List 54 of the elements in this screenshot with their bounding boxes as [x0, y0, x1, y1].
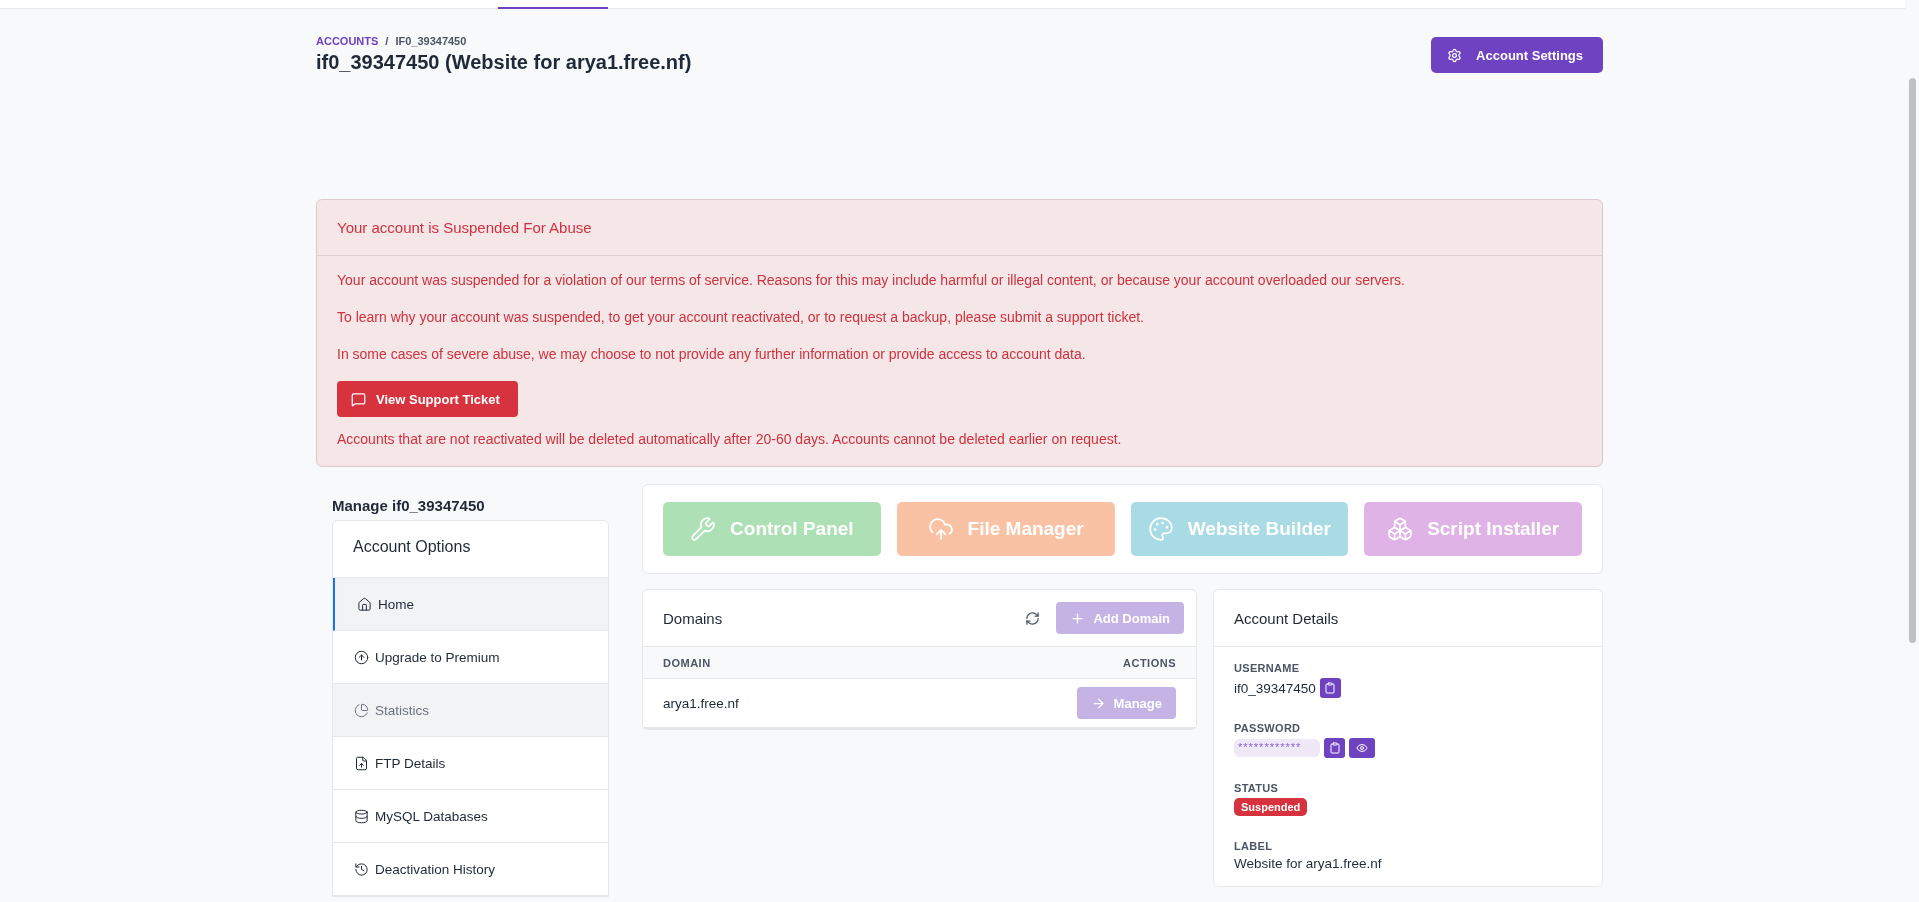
column-header: DOMAIN	[663, 656, 711, 669]
page-title: if0_39347450 (Website for arya1.free.nf)	[316, 51, 692, 74]
manage-title: Manage if0_39347450	[331, 496, 486, 516]
breadcrumb-separator: /	[385, 35, 389, 47]
sidebar-item-label: FTP Details	[375, 755, 446, 771]
wrench-icon	[690, 516, 717, 542]
account-settings-button[interactable]: Account Settings	[1431, 37, 1603, 73]
sidebar-item-label: Home	[378, 596, 414, 612]
alert-title: Your account is Suspended For Abuse	[317, 200, 1602, 256]
circle-arrow-up-icon	[354, 649, 369, 665]
eye-icon	[1356, 742, 1368, 754]
sidebar-item-label: MySQL Databases	[375, 808, 488, 824]
show-password-button[interactable]	[1349, 738, 1375, 758]
field-label: PASSWORD	[1234, 722, 1302, 734]
field-label: STATUS	[1234, 782, 1280, 794]
card-title: Domains	[663, 609, 723, 627]
field-label: LABEL	[1234, 840, 1274, 852]
breadcrumb-link[interactable]: ACCOUNTS	[316, 35, 379, 47]
scrollbar-thumb[interactable]	[1909, 78, 1916, 643]
history-icon	[354, 861, 369, 877]
settings-icon	[1447, 47, 1463, 63]
pie-chart-icon	[354, 702, 369, 718]
clipboard-icon	[1324, 682, 1337, 694]
palette-icon	[1147, 516, 1174, 542]
sidebar-item-label: Deactivation History	[375, 861, 496, 877]
house-icon	[357, 596, 372, 612]
column-header: ACTIONS	[1123, 656, 1176, 669]
clipboard-icon	[1328, 742, 1341, 754]
alert-paragraph: Your account was suspended for a violation of our terms of service. Reasons for this may include harmful or illegal content, or because your account overloaded our servers.	[337, 272, 1405, 289]
password-field[interactable]: ************	[1234, 739, 1320, 757]
breadcrumb-current: IF0_39347450	[395, 35, 467, 47]
alert-paragraph: To learn why your account was suspended, to get your account reactivated, or to request a backup, please submit a support ticket.	[337, 309, 1144, 326]
card-title: Account Details	[1234, 609, 1339, 627]
boxes-icon	[1387, 516, 1414, 542]
label-value: Website for arya1.free.nf	[1234, 856, 1383, 871]
sidebar-item-label: Upgrade to Premium	[375, 649, 500, 665]
copy-button[interactable]	[1324, 738, 1345, 758]
sidebar-item-label: Statistics	[375, 702, 429, 718]
message-icon	[351, 391, 366, 407]
arrow-right-icon	[1090, 695, 1106, 711]
alert-footer: Accounts that are not reactivated will be deleted automatically after 20-60 days. Accounts cannot be deleted earlier on request.	[337, 431, 1122, 448]
username-value: if0_39347450	[1234, 680, 1316, 696]
cloud-upload-icon	[927, 516, 954, 542]
view-support-ticket-button[interactable]: View Support Ticket	[337, 381, 518, 417]
status-badge: Suspended	[1234, 798, 1308, 816]
sidebar-item[interactable]: Home	[333, 578, 608, 631]
database-icon	[354, 808, 369, 824]
file-upload-icon	[354, 755, 369, 771]
plus-icon	[1070, 610, 1086, 626]
refresh-icon[interactable]	[1025, 610, 1041, 626]
field-label: USERNAME	[1234, 662, 1301, 674]
copy-button[interactable]	[1319, 678, 1341, 698]
alert-paragraph: In some cases of severe abuse, we may choose to not provide any further information or provide access to account data.	[337, 346, 1086, 363]
domain-cell: arya1.free.nf	[663, 695, 739, 711]
